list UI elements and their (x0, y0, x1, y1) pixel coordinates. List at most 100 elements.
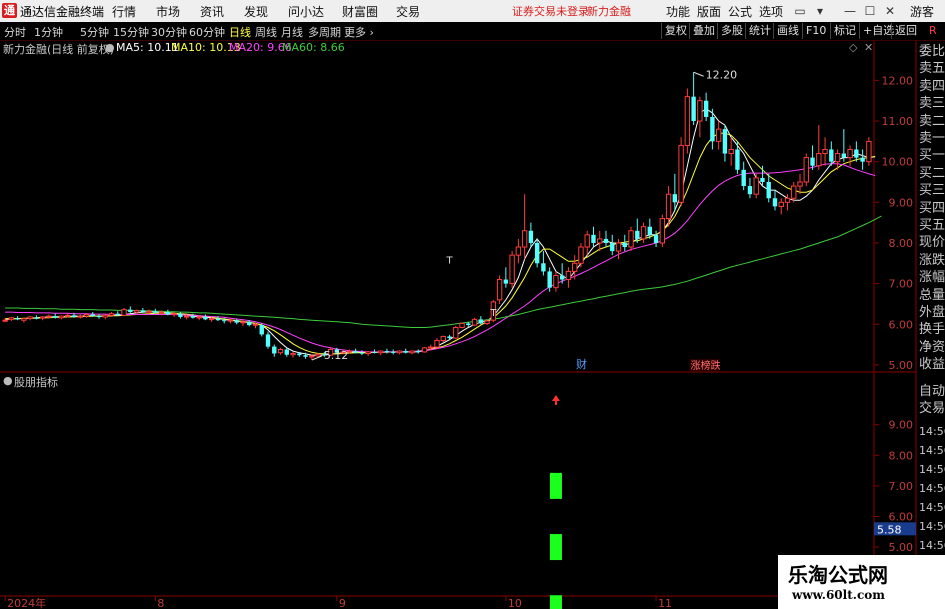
candle-body (541, 263, 546, 272)
period-daily[interactable]: 日线 (229, 24, 251, 40)
candle-body (447, 336, 452, 339)
candle-body (372, 351, 377, 353)
menu-shichang[interactable]: 市场 (156, 3, 180, 20)
btn-fuquan[interactable]: 复权 (661, 23, 690, 39)
period-5min[interactable]: 5分钟 (80, 24, 109, 40)
side-label: 卖四 (919, 78, 945, 94)
current-stock-link[interactable]: 新力金融 (587, 3, 631, 19)
menu-hangqing[interactable]: 行情 (112, 3, 136, 20)
candle-body (128, 309, 133, 313)
dropdown-icon[interactable]: ▾ (810, 1, 830, 21)
candle-body (171, 313, 177, 316)
side-label-trade[interactable]: 自动 (919, 384, 945, 400)
ma-line (5, 132, 876, 355)
candle-body (215, 318, 221, 321)
candle-body (503, 279, 509, 284)
candle-body (403, 351, 408, 353)
user-guest[interactable]: 游客 (910, 3, 934, 20)
candle-body (791, 185, 797, 199)
y-tick-label: 12.00 (882, 74, 914, 87)
btn-diejia[interactable]: 叠加 (689, 23, 718, 39)
candle-body (810, 157, 815, 166)
candle-body (102, 314, 108, 318)
btn-tongji[interactable]: 统计 (745, 23, 774, 39)
side-label: 现价 (919, 235, 945, 251)
candle-body (77, 315, 83, 318)
close-icon[interactable]: ✕ (880, 1, 900, 21)
candle-body (659, 218, 666, 244)
side-label: 卖一 (919, 131, 945, 146)
btn-huaxian[interactable]: 画线 (773, 23, 802, 39)
period-more[interactable]: 更多 › (344, 24, 374, 40)
period-15min[interactable]: 15分钟 (113, 24, 149, 40)
period-60min[interactable]: 60分钟 (189, 24, 225, 40)
menu-xuanxiang[interactable]: 选项 (759, 3, 783, 20)
candle-body (290, 353, 296, 356)
btn-f10[interactable]: F10 (802, 23, 829, 39)
menu-caifuquan[interactable]: 财富圈 (342, 3, 378, 20)
candle-body (834, 153, 841, 163)
side-label-trade[interactable]: 交易 (919, 401, 945, 417)
event-tag-zhangbang: 涨榜跌 (691, 359, 721, 372)
menu-banmian[interactable]: 版面 (697, 3, 721, 20)
candle-body (829, 149, 834, 162)
y-tick-label: 5.00 (889, 359, 914, 372)
side-label: 涨幅 (919, 270, 945, 286)
candle-body (603, 238, 609, 243)
period-multi[interactable]: 多周期 (308, 24, 341, 40)
candle-body (115, 313, 120, 316)
watermark: 乐淘公式网 www.60lt.com (778, 555, 945, 609)
sub-y-tick-label: 6.00 (889, 510, 914, 523)
period-weekly[interactable]: 周线 (255, 24, 277, 40)
period-monthly[interactable]: 月线 (281, 24, 303, 40)
candle-body (584, 234, 590, 248)
diamond-icon[interactable]: ◇ (849, 41, 857, 54)
btn-back[interactable]: 返回 (891, 23, 920, 39)
candle-body (428, 346, 434, 349)
sub-value-label: 5.58 (877, 523, 902, 536)
candle-body (259, 325, 264, 335)
candle-body (553, 274, 559, 289)
sub-y-tick-label: 9.00 (889, 419, 914, 432)
period-1min[interactable]: 1分钟 (34, 24, 63, 40)
candle-body (534, 242, 540, 264)
candle-body (622, 242, 627, 248)
settings-circle-icon[interactable]: ● (105, 41, 115, 54)
btn-duogu[interactable]: 多股 (717, 23, 746, 39)
menu-zixun[interactable]: 资讯 (200, 3, 224, 20)
candle-body (728, 148, 734, 155)
minimize-icon[interactable]: — (840, 1, 860, 21)
period-30min[interactable]: 30分钟 (151, 24, 187, 40)
menu-wenxiaoda[interactable]: 问小达 (288, 3, 324, 20)
candle-body (8, 317, 15, 320)
candle-body (565, 270, 572, 281)
candle-body (653, 234, 659, 243)
candle-body (190, 316, 196, 318)
btn-biaoji[interactable]: 标记 (830, 23, 859, 39)
candle-body (240, 321, 246, 324)
price-annotation: 5.12 (324, 349, 349, 362)
candle-body (678, 144, 684, 203)
layout-icon[interactable]: ▭ (790, 1, 810, 21)
side-label: 净资 (919, 339, 945, 355)
candle-body (847, 148, 853, 159)
trade-login-status[interactable]: 证券交易未登录 (512, 3, 589, 19)
ma-line (5, 108, 876, 356)
period-fenshi[interactable]: 分时 (4, 24, 26, 40)
indicator-circle-icon[interactable]: ● (3, 374, 13, 387)
sub-close-icon[interactable]: ✕ (864, 41, 873, 54)
r-flag-icon[interactable]: R (929, 24, 937, 37)
menu-faxian[interactable]: 发现 (244, 3, 268, 20)
candle-body (635, 230, 640, 239)
candle-body (672, 194, 678, 203)
candle-body (803, 157, 809, 183)
chart-canvas: 12.00 11.00 10.00 9.00 8.00 7.00 6.00 5.00 9.00 8… (0, 41, 917, 609)
y-tick-label: 11.00 (882, 115, 914, 128)
maximize-icon[interactable]: ☐ (860, 1, 880, 21)
candle-body (208, 318, 215, 321)
menu-gongshi[interactable]: 公式 (728, 3, 752, 20)
menu-jiaoyi[interactable]: 交易 (396, 3, 420, 20)
side-label: 总量 (919, 287, 945, 303)
menu-gongneng[interactable]: 功能 (666, 3, 690, 20)
candle-body (747, 186, 753, 195)
